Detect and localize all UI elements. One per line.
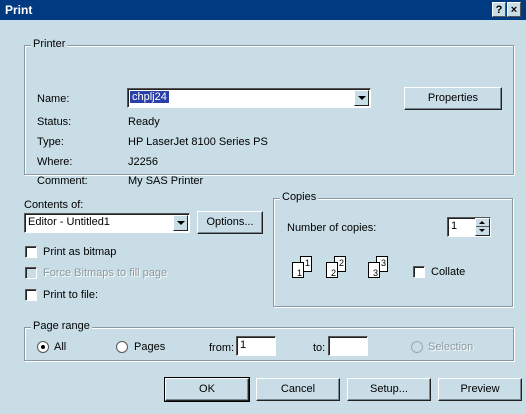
cancel-button[interactable]: Cancel [256, 378, 340, 401]
force-bitmaps-checkbox [25, 267, 37, 279]
number-of-copies-label: Number of copies: [287, 222, 377, 234]
print-as-bitmap-label: Print as bitmap [43, 246, 117, 258]
selection-label: Selection [428, 341, 474, 353]
copies-group-legend: Copies [280, 191, 319, 203]
collate-illustration: 1 1 2 2 3 3 [290, 256, 400, 286]
comment-value: My SAS Printer [128, 175, 204, 187]
page-icon: 2 [326, 262, 338, 278]
from-value: 1 [240, 339, 247, 351]
printer-group-legend: Printer [31, 38, 68, 50]
print-to-file-label: Print to file: [43, 289, 99, 301]
properties-button[interactable]: Properties [404, 87, 502, 110]
contents-label: Contents of: [24, 199, 84, 211]
from-input[interactable]: 1 [236, 336, 276, 356]
printer-group: Printer [24, 38, 514, 175]
from-label: from: [209, 342, 235, 354]
number-of-copies-input[interactable]: 1 [447, 217, 491, 237]
page-icon: 3 [368, 262, 380, 278]
copies-spinner[interactable] [475, 218, 490, 236]
title-bar: Print ? × [0, 0, 526, 20]
to-label: to: [313, 342, 326, 354]
options-button[interactable]: Options... [197, 211, 263, 234]
contents-select[interactable]: Editor - Untitled1 [24, 213, 190, 233]
collate-checkbox[interactable] [413, 266, 425, 278]
print-to-file-checkbox[interactable] [25, 289, 37, 301]
status-label: Status: [37, 116, 72, 128]
setup-button[interactable]: Setup... [347, 378, 431, 401]
type-value: HP LaserJet 8100 Series PS [128, 136, 268, 148]
status-value: Ready [128, 116, 160, 128]
spin-divider [476, 226, 489, 227]
number-of-copies-value: 1 [451, 220, 458, 232]
page-icon: 1 [292, 262, 304, 278]
help-button[interactable]: ? [492, 2, 506, 17]
type-label: Type: [37, 136, 64, 148]
all-label: All [54, 341, 67, 353]
where-label: Where: [37, 156, 73, 168]
force-bitmaps-label: Force Bitmaps to fill page [43, 267, 168, 279]
copies-group: Copies [273, 191, 513, 307]
pages-radio[interactable] [116, 341, 128, 353]
preview-button[interactable]: Preview [438, 378, 522, 401]
chevron-down-icon[interactable] [173, 215, 188, 231]
window-title: Print [5, 3, 33, 17]
spin-up-icon [479, 221, 485, 224]
printer-name-value: chplj24 [130, 91, 169, 103]
print-as-bitmap-checkbox[interactable] [25, 246, 37, 258]
printer-name-select[interactable]: chplj24 [127, 88, 371, 108]
all-radio[interactable] [37, 341, 49, 353]
collate-label: Collate [431, 266, 466, 278]
chevron-down-icon[interactable] [354, 90, 369, 106]
where-value: J2256 [128, 156, 158, 168]
spin-down-icon [479, 229, 485, 232]
to-input[interactable] [328, 336, 368, 356]
close-button[interactable]: × [507, 2, 521, 17]
ok-button[interactable]: OK [164, 377, 250, 402]
page-range-legend: Page range [31, 320, 92, 332]
pages-label: Pages [134, 341, 166, 353]
comment-label: Comment: [37, 175, 88, 187]
selection-radio [411, 341, 423, 353]
contents-value: Editor - Untitled1 [28, 216, 110, 228]
printer-name-label: Name: [37, 93, 70, 105]
